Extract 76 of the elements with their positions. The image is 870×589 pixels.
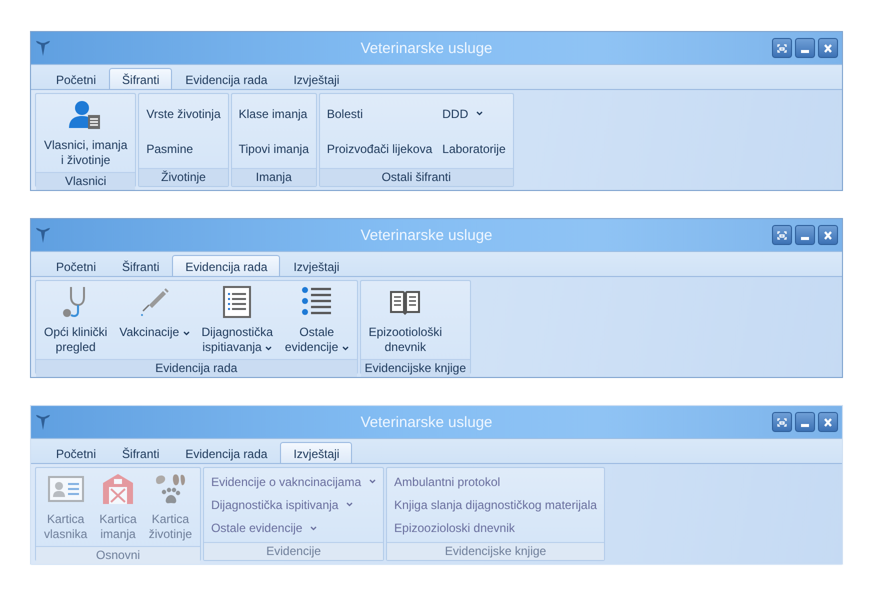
close-icon — [823, 44, 833, 52]
ribbon-button[interactable]: Vrste životinja — [142, 104, 225, 122]
ribbon-button[interactable]: Tipovi imanja — [234, 140, 313, 158]
restore-button[interactable] — [772, 38, 792, 58]
ribbon-tab[interactable]: Evidencija rada — [172, 442, 280, 464]
ribbon-button[interactable]: Vakcinacije — [114, 283, 195, 357]
ribbon-button[interactable]: DDD — [438, 104, 510, 122]
ribbon-button[interactable]: Opći klinički pregled — [39, 283, 112, 357]
logo-icon — [35, 226, 51, 244]
minimize-icon — [801, 424, 809, 426]
ribbon-button[interactable]: Ostale evidencije — [207, 519, 380, 538]
minimize-button[interactable] — [795, 412, 815, 432]
ribbon-button[interactable]: Epizoozioloski dnevnik — [390, 519, 601, 538]
close-icon — [823, 230, 833, 240]
group-label: Imanja — [232, 168, 316, 186]
minimize-button[interactable] — [795, 225, 815, 245]
window-title: Veterinarske usluge — [360, 226, 494, 244]
chevron-icon — [369, 479, 376, 484]
ribbon-button[interactable]: Pasmine — [142, 140, 225, 158]
ribbon-button[interactable]: Dijagnostička ispitivanja — [207, 496, 380, 514]
barn-icon — [101, 472, 136, 506]
ribbon-tab[interactable]: Početni — [43, 255, 110, 277]
close-button[interactable] — [818, 412, 838, 432]
close-button[interactable] — [818, 225, 838, 245]
ribbon-tab[interactable]: Šifranti — [109, 442, 172, 464]
group-label: Evidencijske knjige — [387, 542, 604, 560]
ribbon-button[interactable]: Klase imanja — [234, 104, 313, 122]
group-label: Evidencijske knjige — [360, 359, 470, 377]
ribbon-button[interactable]: Laboratorije — [438, 140, 510, 158]
window-title: Veterinarske usluge — [360, 40, 494, 56]
ribbon-button[interactable]: Knjiga slanja dijagnostičkog materijala — [390, 496, 601, 514]
restore-button[interactable] — [772, 225, 792, 245]
ribbon-tab[interactable]: Izvještaji — [280, 68, 352, 90]
ribbon-button[interactable]: Bolesti — [322, 104, 436, 122]
ribbon-button[interactable]: Vlasnici, imanja i životinje — [39, 96, 132, 170]
restore-icon — [777, 230, 787, 240]
chevron-icon — [346, 502, 354, 508]
close-button[interactable] — [818, 38, 838, 58]
restore-icon — [777, 44, 787, 52]
ribbon-tab[interactable]: Izvještaji — [280, 255, 352, 277]
minimize-button[interactable] — [795, 38, 815, 58]
group-label: Ostali šifranti — [320, 168, 513, 186]
ribbon-button[interactable]: Proizvođači lijekova — [322, 140, 436, 158]
ribbon-button[interactable]: Dijagnostička ispitiavanja — [196, 283, 278, 357]
minimize-icon — [801, 236, 809, 240]
chevron-icon — [265, 346, 272, 351]
chevron-icon — [342, 346, 349, 351]
ribbon-tab[interactable]: Šifranti — [109, 255, 172, 277]
logo-icon — [35, 413, 51, 431]
ribbon-tab[interactable]: Početni — [43, 442, 110, 464]
ribbon-tab[interactable]: Početni — [43, 68, 110, 90]
restore-icon — [777, 418, 787, 426]
chevron-icon — [182, 331, 190, 336]
ribbon-button[interactable]: Evidencije o vakncinacijama — [207, 472, 380, 491]
group-label: Vlasnici — [36, 172, 136, 190]
ribbon-tab[interactable]: Izvještaji — [280, 442, 352, 464]
paw-prints-icon — [153, 472, 188, 506]
ribbon-button[interactable]: Ostale evidencije — [280, 283, 354, 357]
group-label: Životinje — [139, 168, 228, 186]
window-title: Veterinarske usluge — [360, 414, 494, 430]
restore-button[interactable] — [772, 412, 792, 432]
group-label: Evidencija rada — [36, 359, 357, 377]
logo-icon — [35, 39, 51, 57]
ribbon-tab[interactable]: Evidencija rada — [172, 68, 280, 90]
chevron-icon — [310, 526, 318, 531]
ribbon-tab[interactable]: Šifranti — [109, 68, 172, 90]
ribbon-button[interactable]: Ambulantni protokol — [390, 472, 601, 491]
group-label: Evidencije — [204, 542, 384, 560]
ribbon-tab[interactable]: Evidencija rada — [172, 255, 280, 277]
close-icon — [823, 418, 833, 426]
chevron-icon — [476, 111, 484, 116]
document-list-icon — [222, 285, 252, 319]
ribbon-button[interactable]: Epizootiološki dnevnik — [364, 283, 447, 357]
minimize-icon — [801, 50, 809, 52]
person-list-icon — [68, 98, 103, 132]
group-label: Osnovni — [36, 546, 200, 564]
